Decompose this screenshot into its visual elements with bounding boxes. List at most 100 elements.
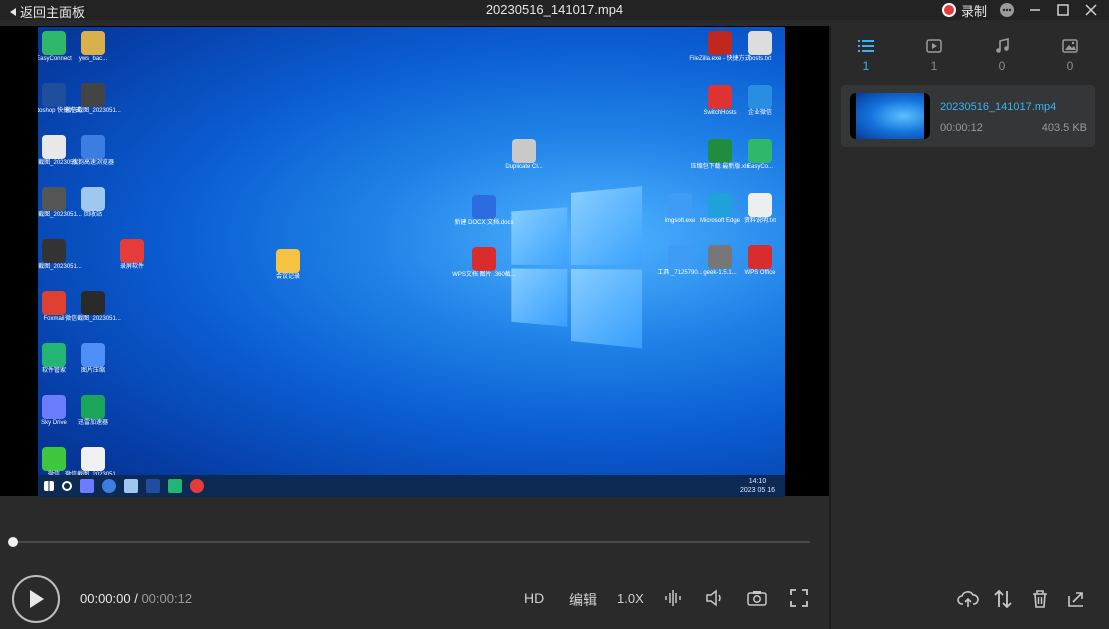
quality-button[interactable]: HD (524, 590, 544, 606)
minimize-icon[interactable] (1027, 2, 1043, 18)
audio-icon (994, 38, 1010, 54)
record-icon (942, 3, 956, 17)
desktop-app-icon (42, 31, 66, 55)
desktop-icon-label: 压缩包下载 最新版.xls (691, 164, 750, 171)
video-preview[interactable]: EasyConnect yws_bac... Photoshop 快捷方式微信截图_… (0, 26, 829, 496)
desktop-icon: EasyConnect (40, 31, 68, 63)
desktop-app-icon (472, 195, 496, 219)
volume-icon[interactable] (705, 588, 725, 608)
current-time: 00:00:00 (80, 591, 131, 606)
export-arrow-icon[interactable] (1065, 588, 1087, 610)
desktop-icon: 工具 _7125790... (666, 245, 694, 277)
file-size: 403.5 KB (1042, 122, 1087, 134)
upload-cloud-icon[interactable] (957, 588, 979, 610)
desktop-icon: Duplicate Cl... (510, 139, 538, 171)
desktop-icon: yws_bac... (79, 31, 107, 63)
delete-icon[interactable] (1029, 588, 1051, 610)
back-to-main-button[interactable]: 返回主面板 (10, 2, 85, 21)
tab-image[interactable]: 0 (1050, 38, 1090, 73)
desktop-app-icon (42, 83, 66, 107)
desktop-icon: 新建 DOCX 文档.docx (470, 195, 498, 227)
desktop-icon: 搜狗高速浏览器 (79, 135, 107, 167)
desktop-icon: geek-1.5.1... (706, 245, 734, 277)
progress-track[interactable] (12, 541, 810, 543)
desktop-icon-label: WPS文档 图片 .360截... (452, 272, 516, 279)
desktop-app-icon (81, 135, 105, 159)
desktop-icon: imgsoft.exe (666, 193, 694, 225)
desktop-icon-label: yws_bac... (79, 56, 107, 63)
tab-image-count: 0 (1067, 59, 1074, 73)
edit-button[interactable]: 编辑 (569, 590, 597, 610)
desktop-app-icon (42, 239, 66, 263)
desktop-icon-label: 图片压缩 (81, 368, 105, 375)
desktop-icon: 企业微信 (746, 85, 774, 117)
progress-handle[interactable] (8, 537, 18, 547)
taskbar-app-icon (168, 479, 182, 493)
desktop-app-icon (120, 239, 144, 263)
desktop-icon: WPS文档 图片 .360截... (470, 247, 498, 279)
desktop-icon: 资料说明.txt (746, 193, 774, 225)
waveform-icon[interactable] (663, 588, 683, 608)
desktop-app-icon (668, 193, 692, 217)
list-icon (857, 38, 875, 54)
desktop-icon-label: imgsoft.exe (665, 218, 696, 225)
taskbar-app-icon (190, 479, 204, 493)
windows-logo-wallpaper (511, 186, 642, 339)
back-label: 返回主面板 (20, 2, 85, 21)
tab-all-count: 1 (863, 59, 870, 73)
desktop-icon: Sky Drive (40, 395, 68, 427)
desktop-icon-label: 微信截图_2023051... (38, 212, 82, 219)
desktop-icon: 微信截图_2023051... (79, 83, 107, 115)
total-time: 00:00:12 (141, 591, 192, 606)
taskbar-app-icon (80, 479, 94, 493)
desktop-icon: FileZilla.exe - 快捷方式 (706, 31, 734, 63)
window-title: 20230516_141017.mp4 (486, 2, 623, 17)
tab-video[interactable]: 1 (914, 38, 954, 73)
desktop-app-icon (81, 187, 105, 211)
desktop-icon-label: 迅雷加速器 (78, 420, 108, 427)
app-window: 返回主面板 20230516_141017.mp4 录制 EasyConnect… (0, 0, 1109, 629)
feedback-icon[interactable] (999, 2, 1015, 18)
desktop-icon-label: EasyConnect (38, 56, 72, 63)
desktop-icon-label: 资料说明.txt (744, 218, 776, 225)
screenshot-camera-icon[interactable] (747, 588, 767, 608)
tab-all[interactable]: 1 (846, 38, 886, 73)
desktop-app-icon (668, 245, 692, 269)
fullscreen-icon[interactable] (789, 588, 809, 608)
desktop-icon: 软件管家 (40, 343, 68, 375)
tab-audio[interactable]: 0 (982, 38, 1022, 73)
record-label: 录制 (961, 1, 987, 20)
record-button[interactable]: 录制 (942, 1, 987, 20)
desktop-icon: 会议记录 (274, 249, 302, 281)
desktop-icon-label: 录屏软件 (120, 264, 144, 271)
desktop-icon-label: 搜狗高速浏览器 (72, 160, 114, 167)
time-separator: / (131, 591, 142, 606)
desktop-icon: 压缩包下载 最新版.xls (706, 139, 734, 171)
desktop-app-icon (276, 249, 300, 273)
desktop-app-icon (42, 187, 66, 211)
desktop-app-icon (42, 395, 66, 419)
maximize-icon[interactable] (1055, 2, 1071, 18)
sort-icon[interactable] (992, 588, 1014, 610)
desktop-icon: 微信截图_2023051... (79, 291, 107, 323)
desktop-app-icon (81, 447, 105, 471)
close-icon[interactable] (1083, 2, 1099, 18)
desktop-app-icon (81, 31, 105, 55)
desktop-icon: Photoshop 快捷方式 (40, 83, 68, 115)
desktop-app-icon (708, 139, 732, 163)
desktop-app-icon (42, 343, 66, 367)
taskbar-clock: 14:10 2023 05 16 (740, 477, 775, 495)
desktop-icon-label: 微信截图_2023051... (38, 264, 82, 271)
taskbar-search-icon (62, 481, 72, 491)
speed-button[interactable]: 1.0X (617, 591, 644, 606)
title-bar: 返回主面板 20230516_141017.mp4 录制 (0, 0, 1109, 20)
desktop-app-icon (42, 291, 66, 315)
desktop-icon: 录屏软件 (118, 239, 146, 271)
desktop-app-icon (748, 31, 772, 55)
desktop-icon: 微信截图_2023051... (40, 135, 68, 167)
file-list-item[interactable]: 20230516_141017.mp4 00:00:12 403.5 KB (841, 85, 1095, 147)
recorded-desktop-frame: EasyConnect yws_bac... Photoshop 快捷方式微信截图_… (38, 27, 785, 497)
desktop-app-icon (748, 85, 772, 109)
titlebar-controls: 录制 (942, 0, 1099, 20)
play-button[interactable] (12, 575, 60, 623)
